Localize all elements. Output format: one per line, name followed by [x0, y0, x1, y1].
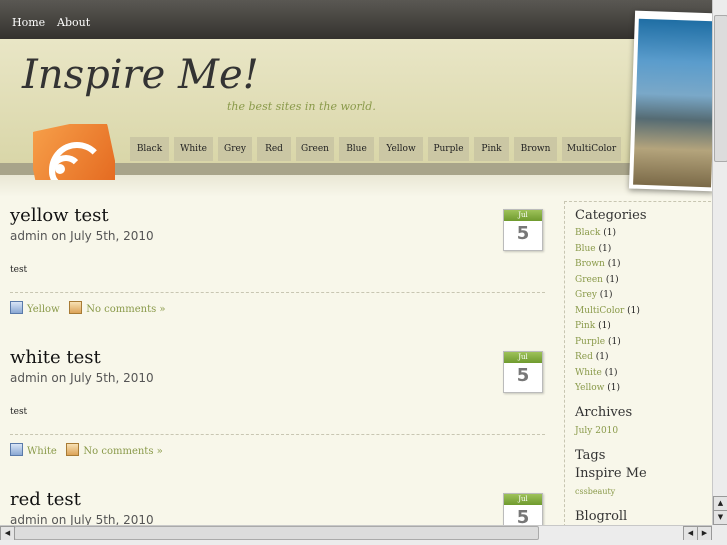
sidebar-tags-heading: Inspire Me [575, 466, 647, 481]
sidebar-category-link[interactable]: MultiColor (1) [575, 306, 640, 316]
sidebar-tag-link[interactable]: cssbeauty [575, 487, 615, 496]
color-nav-grey[interactable]: Grey [218, 137, 252, 161]
sidebar-category-link[interactable]: Black (1) [575, 228, 616, 238]
sidebar-category-link[interactable]: Grey (1) [575, 290, 613, 300]
post-comments-link[interactable]: No comments » [86, 304, 165, 315]
nav-home-link[interactable]: Home [12, 16, 45, 29]
horizontal-scroll-thumb[interactable] [14, 526, 539, 540]
post-comments-link[interactable]: No comments » [83, 446, 162, 457]
scrollbar-corner [712, 525, 727, 545]
color-nav-black[interactable]: Black [130, 137, 169, 161]
calendar-month: Jul [504, 352, 542, 363]
sidebar-category-link[interactable]: Yellow (1) [575, 383, 620, 393]
post-footer: Yellow No comments » [10, 301, 166, 315]
post-footer: White No comments » [10, 443, 163, 457]
scroll-up-button[interactable]: ▲ [713, 496, 727, 511]
document-icon [10, 301, 23, 314]
header-photo [628, 10, 721, 192]
sidebar-category-link[interactable]: Blue (1) [575, 244, 611, 254]
top-nav-bar [0, 0, 727, 39]
post-meta: admin on July 5th, 2010 [10, 513, 154, 525]
sidebar-category-link[interactable]: Red (1) [575, 352, 609, 362]
post-divider [10, 434, 545, 435]
calendar-day: 5 [516, 507, 530, 526]
site-tagline: the best sites in the world. [227, 100, 376, 113]
site-title[interactable]: Inspire Me! [22, 52, 259, 98]
document-icon [10, 443, 23, 456]
color-nav-blue[interactable]: Blue [339, 137, 374, 161]
post-divider [10, 292, 545, 293]
sidebar-tags-title: Tags [575, 448, 606, 463]
post-meta: admin on July 5th, 2010 [10, 371, 154, 385]
post-body: test [10, 265, 28, 275]
post-title[interactable]: red test [10, 489, 81, 510]
post-category-link[interactable]: Yellow [27, 304, 60, 315]
color-nav-green[interactable]: Green [296, 137, 334, 161]
package-icon [66, 443, 80, 456]
calendar-day: 5 [516, 223, 530, 244]
post-date-calendar: Jul 5 [503, 351, 543, 393]
scroll-down-button[interactable]: ▼ [713, 510, 727, 525]
color-nav-white[interactable]: White [174, 137, 213, 161]
color-nav-brown[interactable]: Brown [514, 137, 557, 161]
rss-feed-icon[interactable] [33, 124, 115, 180]
vertical-scroll-thumb[interactable] [714, 15, 727, 162]
post-date-calendar: Jul 5 [503, 209, 543, 251]
post-meta: admin on July 5th, 2010 [10, 229, 154, 243]
window-bottom-edge [0, 540, 712, 545]
sidebar-blogroll-title: Blogroll [575, 509, 628, 524]
post-title[interactable]: white test [10, 347, 101, 368]
color-nav-pink[interactable]: Pink [474, 137, 509, 161]
sidebar-archive-link[interactable]: July 2010 [575, 426, 618, 436]
post-title[interactable]: yellow test [10, 205, 109, 226]
post-body: test [10, 407, 28, 417]
scroll-left-button[interactable]: ◀ [683, 526, 698, 541]
post-date-calendar: Jul 5 [503, 493, 543, 526]
sidebar-category-link[interactable]: Purple (1) [575, 337, 621, 347]
package-icon [69, 301, 83, 314]
calendar-day: 5 [516, 365, 530, 386]
post-category-link[interactable]: White [27, 446, 57, 457]
scroll-left-button[interactable]: ◀ [0, 526, 15, 541]
color-nav-yellow[interactable]: Yellow [379, 137, 423, 161]
color-nav-red[interactable]: Red [257, 137, 291, 161]
scroll-right-button[interactable]: ▶ [697, 526, 712, 541]
sidebar-category-link[interactable]: Brown (1) [575, 259, 620, 269]
sidebar-archives-title: Archives [575, 405, 633, 420]
post-article: red test admin on July 5th, 2010 [10, 489, 545, 525]
calendar-month: Jul [504, 210, 542, 221]
color-nav-multicolor[interactable]: MultiColor [562, 137, 621, 161]
sidebar-category-link[interactable]: Pink (1) [575, 321, 611, 331]
nav-about-link[interactable]: About [57, 16, 90, 29]
calendar-month: Jul [504, 494, 542, 505]
sidebar-categories-title: Categories [575, 208, 647, 223]
sidebar-category-link[interactable]: White (1) [575, 368, 618, 378]
sidebar: Categories Black (1) Blue (1) Brown (1) … [564, 201, 711, 532]
color-nav-purple[interactable]: Purple [428, 137, 469, 161]
sidebar-category-link[interactable]: Green (1) [575, 275, 619, 285]
